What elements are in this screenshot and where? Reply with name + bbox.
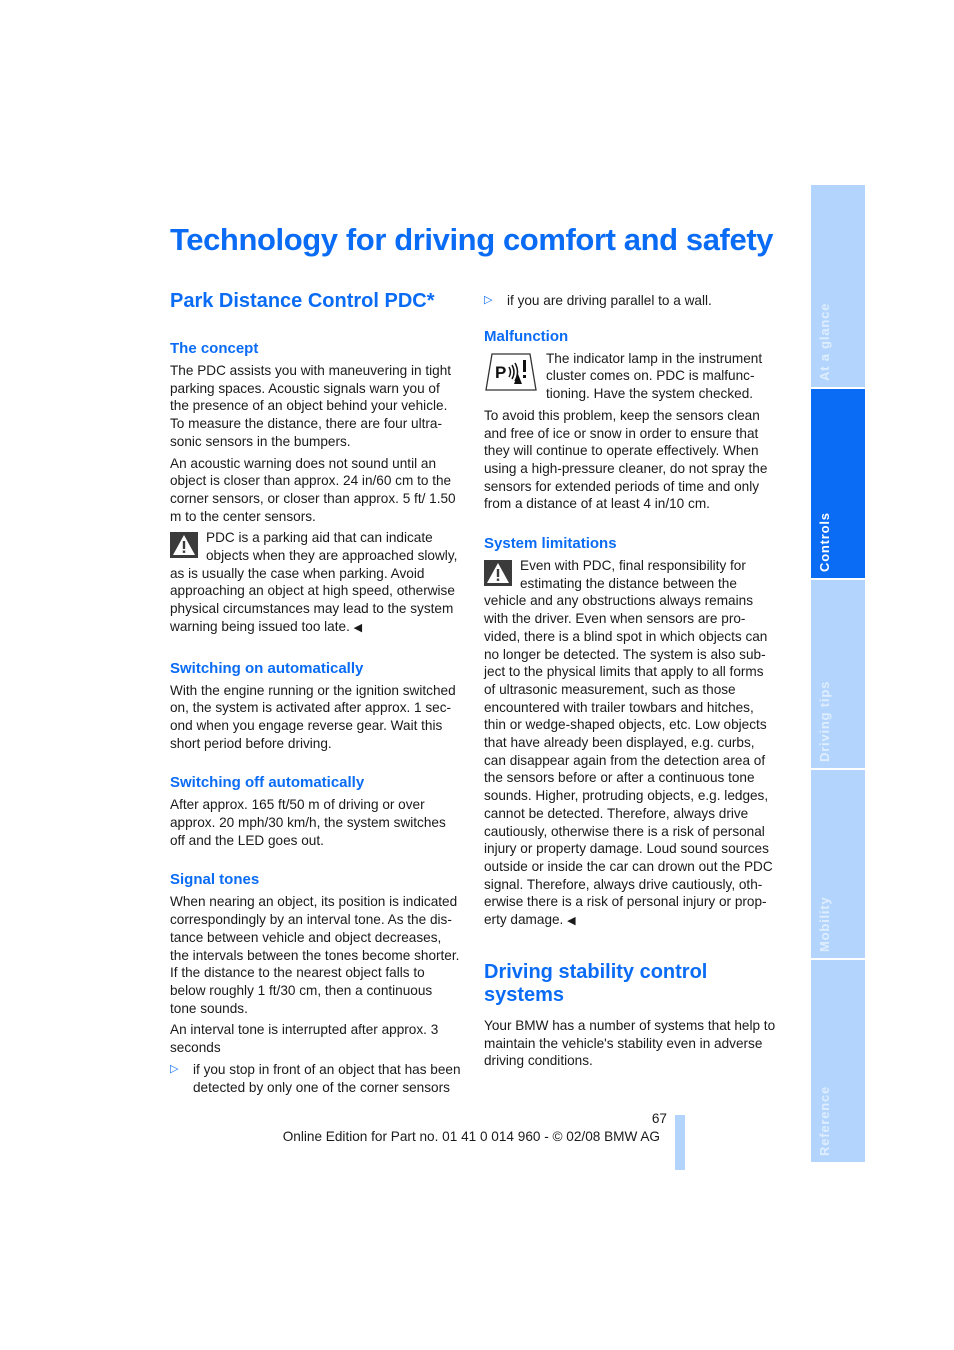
pdc-indicator-lamp-icon: P: [484, 352, 538, 392]
subheading-malfunction: Malfunction: [484, 327, 569, 345]
switch-off-text: After approx. 165 ft/50 m of driving or …: [170, 797, 446, 848]
bullet-text: if you are driving parallel to a wall.: [507, 293, 712, 308]
warning-triangle-icon: [484, 560, 512, 587]
end-mark-icon: ◀: [567, 915, 576, 928]
tab-label: Driving tips: [817, 680, 832, 762]
stability-text: Your BMW has a number of systems that he…: [484, 1017, 776, 1069]
limitations-warning: Even with PDC, final responsibility for …: [484, 557, 776, 931]
svg-text:P: P: [495, 363, 506, 382]
signal-tones-paragraph-1: When nearing an object, its position is …: [170, 894, 460, 1016]
concept-paragraph-2: An acoustic warning does not sound until…: [170, 455, 456, 524]
tab-label: Controls: [817, 512, 832, 572]
footer-edition-text: Online Edition for Part no. 01 41 0 014 …: [282, 1129, 660, 1144]
bullet-item: ▷ if you stop in front of an object that…: [170, 1061, 462, 1096]
left-column: Park Distance Control PDC* The concept T…: [170, 290, 462, 1096]
tab-mobility[interactable]: Mobility: [811, 770, 865, 958]
footer-marker-bar: [675, 1115, 685, 1170]
malfunction-paragraph: To avoid this problem, keep the sensors …: [484, 407, 768, 512]
page-number: 67: [651, 1111, 667, 1126]
page-title: Technology for driving comfort and safet…: [170, 222, 774, 257]
bullet-text: if you stop in front of an object that h…: [193, 1061, 461, 1095]
tab-driving-tips[interactable]: Driving tips: [811, 580, 865, 768]
section-heading-stability: Driving stability control systems: [484, 960, 708, 1006]
switch-on-text: With the engine running or the ignition …: [170, 682, 456, 751]
tab-label: Mobility: [817, 896, 832, 952]
limitations-warning-text: Even with PDC, final responsibility for …: [484, 558, 773, 928]
end-mark-icon: ◀: [353, 621, 363, 634]
subheading-signal-tones: Signal tones: [170, 871, 260, 889]
subheading-switch-off: Switching off automatically: [170, 774, 365, 792]
right-column: ▷ if you are driving parallel to a wall.…: [484, 292, 776, 1070]
tab-label: At a glance: [817, 302, 832, 381]
tab-label: Reference: [817, 1085, 832, 1156]
signal-tones-paragraph-2: An interval tone is interrupted after ap…: [170, 1022, 439, 1056]
bullet-item: ▷ if you are driving parallel to a wall.: [484, 292, 776, 310]
concept-warning-text: PDC is a parking aid that can indicate o…: [170, 530, 458, 634]
section-heading-pdc: Park Distance Control PDC*: [170, 290, 435, 312]
bullet-triangle-icon: ▷: [170, 1062, 179, 1075]
tab-reference[interactable]: Reference: [811, 960, 865, 1162]
tab-at-a-glance[interactable]: At a glance: [811, 185, 865, 387]
tab-controls[interactable]: Controls: [811, 389, 865, 578]
warning-triangle-icon: [170, 532, 198, 559]
malfunction-indicator-text: The indicator lamp in the instrument clu…: [546, 350, 763, 402]
chapter-tabs: At a glance Controls Driving tips Mobili…: [811, 185, 865, 1164]
concept-warning: PDC is a parking aid that can indicate o…: [170, 529, 462, 637]
concept-paragraph-1: The PDC assists you with maneuvering in …: [170, 363, 452, 449]
bullet-triangle-icon: ▷: [484, 294, 493, 306]
subheading-limitations: System limitations: [484, 535, 617, 553]
subheading-concept: The concept: [170, 340, 259, 357]
subheading-switch-on: Switching on automatically: [170, 659, 364, 677]
malfunction-indicator: P The indicator lamp in the instrument c…: [484, 350, 776, 403]
